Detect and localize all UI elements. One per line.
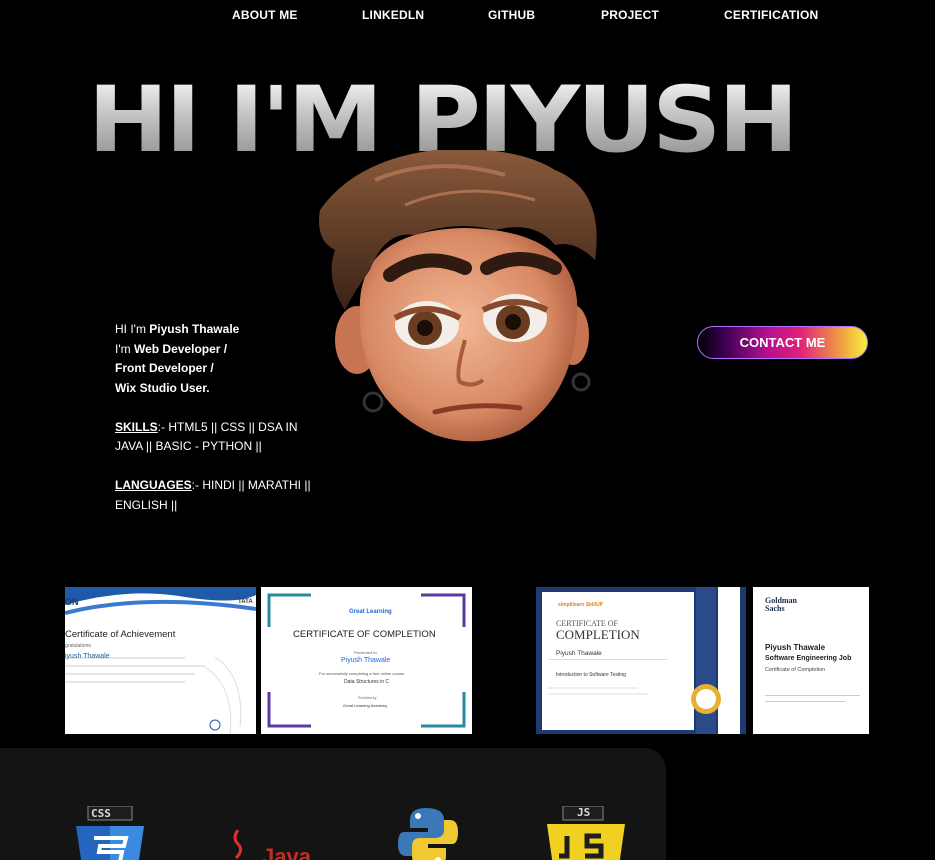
certificate-tata[interactable]: ON TATA Certificate of Achievement gratu… (65, 587, 256, 734)
nav-project[interactable]: PROJECT (601, 8, 659, 22)
intro-hi: HI I'm (115, 322, 150, 336)
intro-role2: Front Developer / (115, 361, 214, 375)
intro-name: Piyush Thawale (149, 322, 240, 336)
nav-certification[interactable]: CERTIFICATION (724, 8, 818, 22)
nav-github[interactable]: GITHUB (488, 8, 535, 22)
cert1-name: iyush Thawale (65, 653, 110, 660)
cert2-title: CERTIFICATE OF COMPLETION (293, 629, 436, 640)
contact-me-button[interactable]: CONTACT ME (697, 326, 868, 359)
nav-about-me[interactable]: ABOUT ME (232, 8, 298, 22)
languages-label: LANGUAGES (115, 478, 192, 492)
certificate-simplilearn[interactable]: simplilearn SkillUP CERTIFICATE OF COMPL… (536, 587, 746, 734)
intro-role-line: I'm Web Developer / (115, 340, 315, 360)
cert1-brand-left: ON (65, 597, 79, 607)
cert1-brand-right: TATA (238, 599, 253, 605)
intro-name-line: HI I'm Piyush Thawale (115, 320, 315, 340)
python-logo-icon (398, 808, 458, 860)
top-nav: ABOUT ME LINKEDLN GITHUB PROJECT CERTIFI… (0, 0, 935, 30)
cert2-presented: Presented to (354, 650, 377, 655)
intro-block: HI I'm Piyush Thawale I'm Web Developer … (115, 320, 315, 515)
skills-text: SKILLS:- HTML5 || CSS || DSA IN JAVA || … (115, 418, 315, 457)
languages-text: LANGUAGES:- HINDI || MARATHI || ENGLISH … (115, 476, 315, 515)
cert3-title-big: COMPLETION (556, 627, 640, 642)
cert3-name: Piyush Thawale (556, 650, 602, 657)
cert1-title: Certificate of Achievement (65, 629, 176, 640)
skills-logo-panel: CSS Java JS (0, 748, 666, 860)
cert2-logo: Great Learning (349, 609, 392, 615)
cert-wave-graphic (65, 587, 256, 734)
certificate-great-learning[interactable]: Great Learning CERTIFICATE OF COMPLETION… (261, 587, 472, 734)
cert2-course: Data Structures in C (344, 679, 390, 685)
nav-linkedin[interactable]: LINKEDLN (362, 8, 424, 22)
avatar-illustration (319, 150, 597, 442)
cert3-logo: simplilearn SkillUP (558, 602, 604, 608)
css-logo-label: CSS (91, 807, 111, 820)
cert1-sub: gratulations (65, 643, 91, 649)
cert4-lines (765, 695, 860, 702)
cert3-frame-graphic (536, 587, 746, 734)
cert2-for: For successfully completing a free onlin… (319, 671, 405, 676)
intro-role1: Web Developer / (133, 341, 228, 356)
cert2-name: Piyush Thawale (341, 657, 391, 664)
intro-im: I'm (115, 341, 134, 356)
js-logo-label: JS (577, 806, 591, 819)
skills-label: SKILLS (115, 419, 158, 434)
certificate-goldman-sachs[interactable]: Goldman Sachs Piyush Thawale Software En… (753, 587, 869, 734)
cert2-provided: Provided by (358, 696, 377, 700)
cert2-academy: Great Learning Academy (343, 703, 388, 708)
intro-role3: Wix Studio User. (115, 380, 210, 395)
java-logo-label: Java (262, 844, 311, 860)
cert3-course: Introduction to Software Testing (556, 672, 626, 678)
